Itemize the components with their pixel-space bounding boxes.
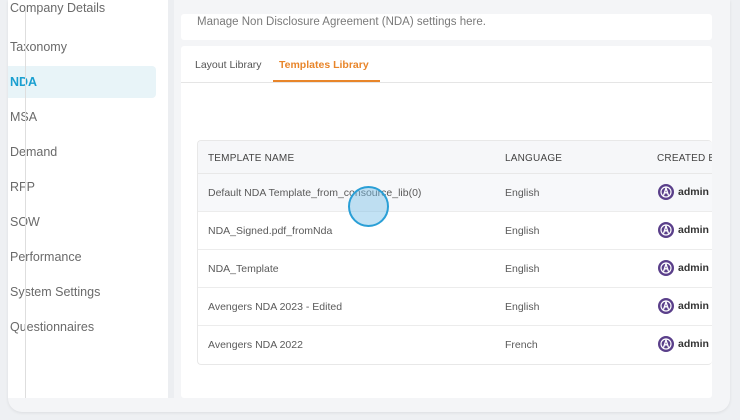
template-name-cell: NDA_Template [208, 263, 279, 275]
language-cell: French [505, 339, 538, 351]
column-header-language[interactable]: LANGUAGE [505, 153, 562, 164]
sidebar-scrollbar[interactable] [168, 0, 174, 398]
template-name-cell: Default NDA Template_from_consource_lib(… [208, 187, 422, 199]
table-row[interactable]: Default NDA Template_from_consource_lib(… [198, 174, 712, 212]
sidebar-item-nda[interactable]: NDA [8, 66, 156, 98]
sidebar-item-label: NDA [10, 75, 38, 89]
tab-templates-library[interactable]: Templates Library [279, 59, 369, 71]
template-name-cell: NDA_Signed.pdf_fromNda [208, 225, 333, 237]
table-row[interactable]: NDA_Signed.pdf_fromNda English admin [198, 212, 712, 250]
language-cell: English [505, 225, 540, 237]
sidebar-item-label: Demand [10, 145, 58, 159]
templates-table: TEMPLATE NAME LANGUAGE CREATED BY Defaul… [197, 140, 712, 365]
library-tabs: Layout Library Templates Library [181, 46, 712, 83]
sidebar-item-label: System Settings [10, 285, 101, 299]
column-header-created-by[interactable]: CREATED BY [657, 153, 712, 164]
settings-sidebar: Company Details Taxonomy NDA MSA Demand … [8, 0, 168, 398]
created-by-cell: admin [658, 260, 709, 276]
sidebar-item-label: Performance [10, 250, 82, 264]
language-cell: English [505, 187, 540, 199]
sidebar-item-sow[interactable]: SOW [8, 206, 156, 238]
created-by-cell: admin [658, 222, 709, 238]
creator-name: admin [678, 262, 709, 274]
sidebar-item-company-details[interactable]: Company Details [8, 0, 156, 20]
avengers-logo-icon [658, 336, 674, 352]
template-name-cell: Avengers NDA 2023 - Edited [208, 301, 343, 313]
sidebar-divider [25, 10, 26, 398]
avengers-logo-icon [658, 298, 674, 314]
main-panel: Layout Library Templates Library TEMPLAT… [181, 46, 712, 398]
table-row[interactable]: Avengers NDA 2022 French admin [198, 326, 712, 364]
creator-name: admin [678, 186, 709, 198]
sidebar-item-system-settings[interactable]: System Settings [8, 276, 156, 308]
sidebar-item-rfp[interactable]: RFP [8, 171, 156, 203]
active-tab-indicator [273, 80, 380, 82]
sidebar-item-label: Taxonomy [10, 40, 67, 54]
tab-layout-library[interactable]: Layout Library [195, 59, 262, 71]
cursor-indicator [348, 186, 389, 227]
created-by-cell: admin [658, 184, 709, 200]
created-by-cell: admin [658, 336, 709, 352]
page-subtitle: Manage Non Disclosure Agreement (NDA) se… [197, 16, 486, 28]
language-cell: English [505, 263, 540, 275]
sidebar-item-msa[interactable]: MSA [8, 101, 156, 133]
language-cell: English [505, 301, 540, 313]
template-name-cell: Avengers NDA 2022 [208, 339, 303, 351]
sidebar-item-label: Questionnaires [10, 320, 95, 334]
avengers-logo-icon [658, 222, 674, 238]
sidebar-item-taxonomy[interactable]: Taxonomy [8, 31, 156, 63]
sidebar-item-label: MSA [10, 110, 38, 124]
sidebar-item-demand[interactable]: Demand [8, 136, 156, 168]
creator-name: admin [678, 224, 709, 236]
settings-header: Manage Non Disclosure Agreement (NDA) se… [181, 14, 712, 40]
sidebar-item-performance[interactable]: Performance [8, 241, 156, 273]
avengers-logo-icon [658, 184, 674, 200]
creator-name: admin [678, 300, 709, 312]
avengers-logo-icon [658, 260, 674, 276]
sidebar-item-questionnaires[interactable]: Questionnaires [8, 311, 156, 343]
column-header-template-name[interactable]: TEMPLATE NAME [208, 153, 294, 164]
sidebar-item-label: RFP [10, 180, 35, 194]
table-row[interactable]: Avengers NDA 2023 - Edited English admin [198, 288, 712, 326]
table-row[interactable]: NDA_Template English admin [198, 250, 712, 288]
created-by-cell: admin [658, 298, 709, 314]
creator-name: admin [678, 338, 709, 350]
table-header: TEMPLATE NAME LANGUAGE CREATED BY [198, 141, 712, 174]
